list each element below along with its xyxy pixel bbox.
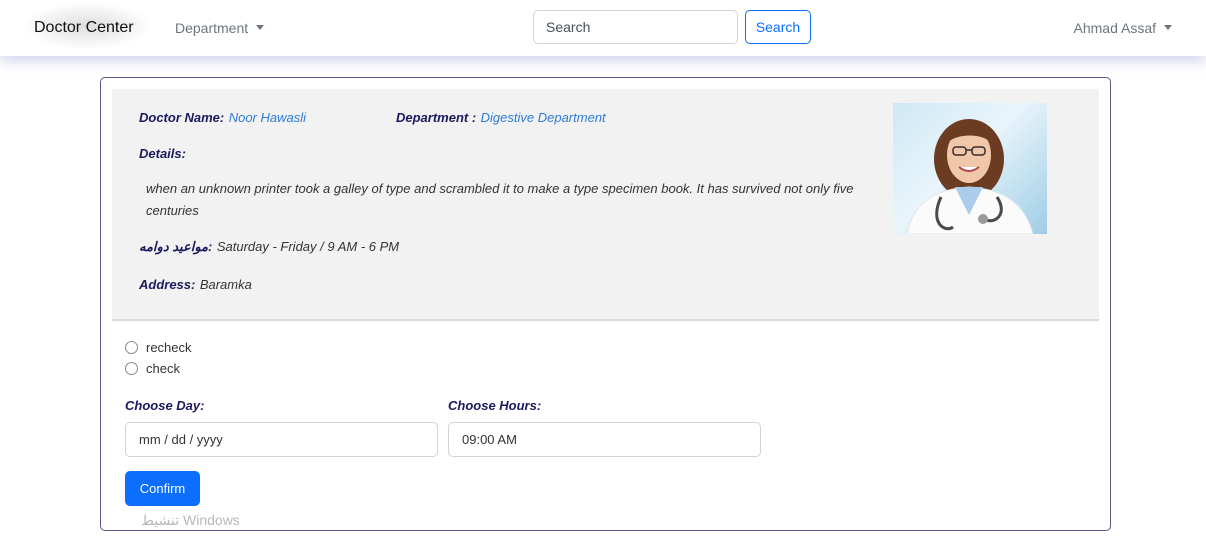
address-label: Address: [139, 277, 196, 292]
recheck-radio[interactable] [125, 341, 138, 354]
check-label: check [146, 361, 180, 376]
choose-day-label: Choose Day: [125, 398, 205, 413]
address-row: Address: Baramka [139, 276, 252, 294]
check-radio[interactable] [125, 362, 138, 375]
search-button[interactable]: Search [745, 10, 811, 44]
department-row: Department : Digestive Department [396, 109, 606, 127]
date-input[interactable]: mm / dd / yyyy [125, 422, 438, 457]
doctor-info-panel: Doctor Name: Noor Hawasli Department : D… [112, 89, 1099, 321]
doctor-photo [893, 103, 1047, 234]
details-text: when an unknown printer took a galley of… [146, 181, 854, 218]
working-hours-row: مواعيد دوامه: Saturday - Friday / 9 AM -… [139, 238, 399, 256]
working-hours-label: مواعيد دوامه: [139, 239, 213, 254]
department-label: Department : [396, 110, 477, 125]
user-dropdown[interactable]: Ahmad Assaf [1073, 20, 1172, 36]
time-input[interactable]: 09:00 AM [448, 422, 761, 457]
user-name: Ahmad Assaf [1073, 20, 1157, 36]
caret-down-icon [1164, 25, 1172, 30]
working-hours-value: Saturday - Friday / 9 AM - 6 PM [216, 239, 400, 254]
doctor-booking-card: Doctor Name: Noor Hawasli Department : D… [100, 77, 1111, 531]
caret-down-icon [256, 25, 265, 30]
visit-type-recheck[interactable]: recheck [125, 340, 192, 355]
doctor-name-row: Doctor Name: Noor Hawasli [139, 109, 306, 127]
address-value: Baramka [199, 277, 252, 292]
recheck-label: recheck [146, 340, 192, 355]
details-label: Details: [139, 146, 186, 161]
top-navbar: Doctor Center Department Search Ahmad As… [0, 0, 1206, 56]
doctor-name-label: Doctor Name: [139, 110, 225, 125]
choose-hours-label: Choose Hours: [448, 398, 542, 413]
department-dropdown-label: Department [175, 20, 249, 36]
windows-activation-watermark: تنشيط Windows [141, 512, 240, 528]
department-value: Digestive Department [480, 110, 606, 125]
visit-type-check[interactable]: check [125, 361, 180, 376]
brand-link[interactable]: Doctor Center [34, 19, 134, 37]
doctor-name-value: Noor Hawasli [228, 110, 307, 125]
search-input[interactable] [533, 10, 738, 44]
confirm-button[interactable]: Confirm [125, 471, 200, 506]
department-dropdown[interactable]: Department [175, 20, 265, 36]
